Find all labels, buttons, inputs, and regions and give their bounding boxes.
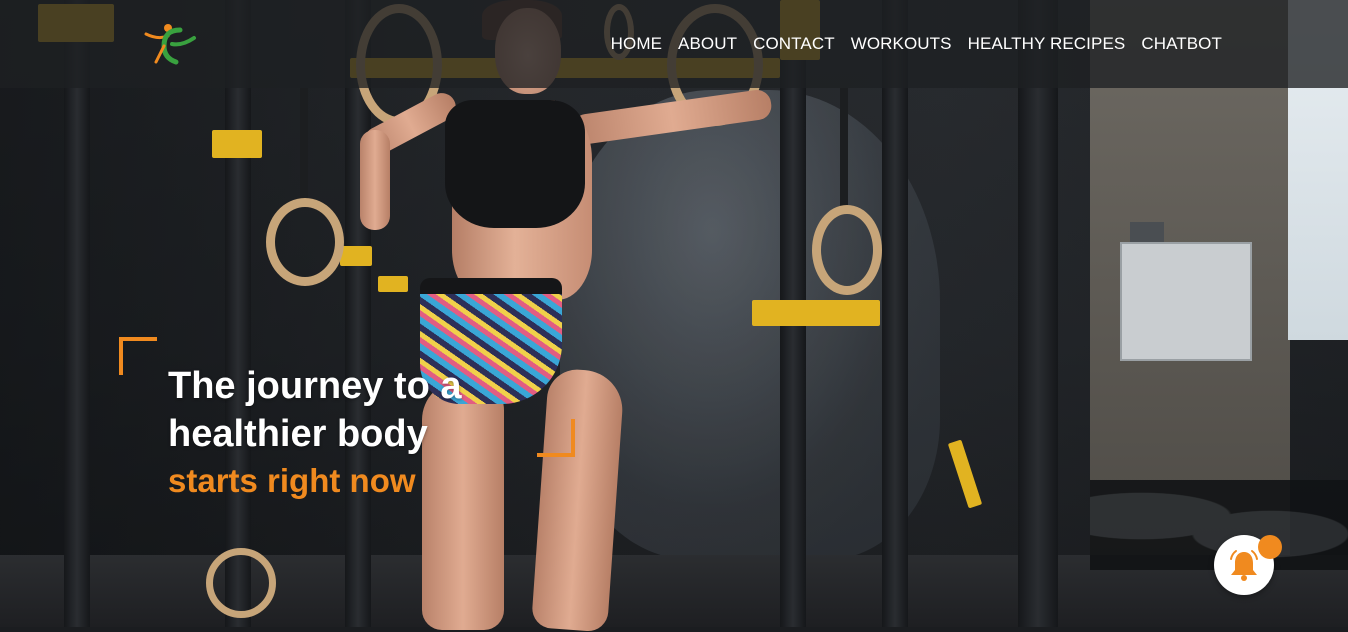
navbar: HOME ABOUT CONTACT WORKOUTS HEALTHY RECI…	[0, 0, 1348, 88]
nav-item-healthy-recipes: HEALTHY RECIPES	[968, 34, 1126, 54]
nav-item-about: ABOUT	[678, 34, 737, 54]
corner-bracket-bottom-right	[537, 419, 575, 457]
hero-headline-line1: The journey to a	[168, 365, 462, 407]
nav-link-workouts[interactable]: WORKOUTS	[851, 34, 952, 53]
nav-link-about[interactable]: ABOUT	[678, 34, 737, 53]
nav-link-chatbot[interactable]: CHATBOT	[1141, 34, 1222, 53]
bell-icon	[1230, 550, 1258, 581]
nav-link-healthy-recipes[interactable]: HEALTHY RECIPES	[968, 34, 1126, 53]
left-forearm	[360, 130, 390, 230]
nav-item-workouts: WORKOUTS	[851, 34, 952, 54]
hero-subline: starts right now	[168, 462, 416, 499]
site-logo[interactable]	[142, 18, 198, 68]
sports-bra	[445, 100, 585, 228]
corner-bracket-top-left	[119, 337, 157, 375]
hero-headline-line2: healthier body	[168, 413, 428, 455]
nav-item-chatbot: CHATBOT	[1141, 34, 1222, 54]
hero-headline: The journey to a healthier body	[168, 362, 461, 458]
right-leg	[531, 367, 625, 632]
right-arm	[570, 88, 774, 146]
nav-link-home[interactable]: HOME	[611, 34, 662, 53]
nav-item-home: HOME	[611, 34, 662, 54]
athlete-figure	[0, 0, 1348, 632]
fitness-person-logo-icon	[144, 24, 196, 65]
main-nav: HOME ABOUT CONTACT WORKOUTS HEALTHY RECI…	[611, 34, 1222, 54]
nav-item-contact: CONTACT	[753, 34, 835, 54]
notification-badge	[1258, 535, 1282, 559]
nav-link-contact[interactable]: CONTACT	[753, 34, 835, 53]
